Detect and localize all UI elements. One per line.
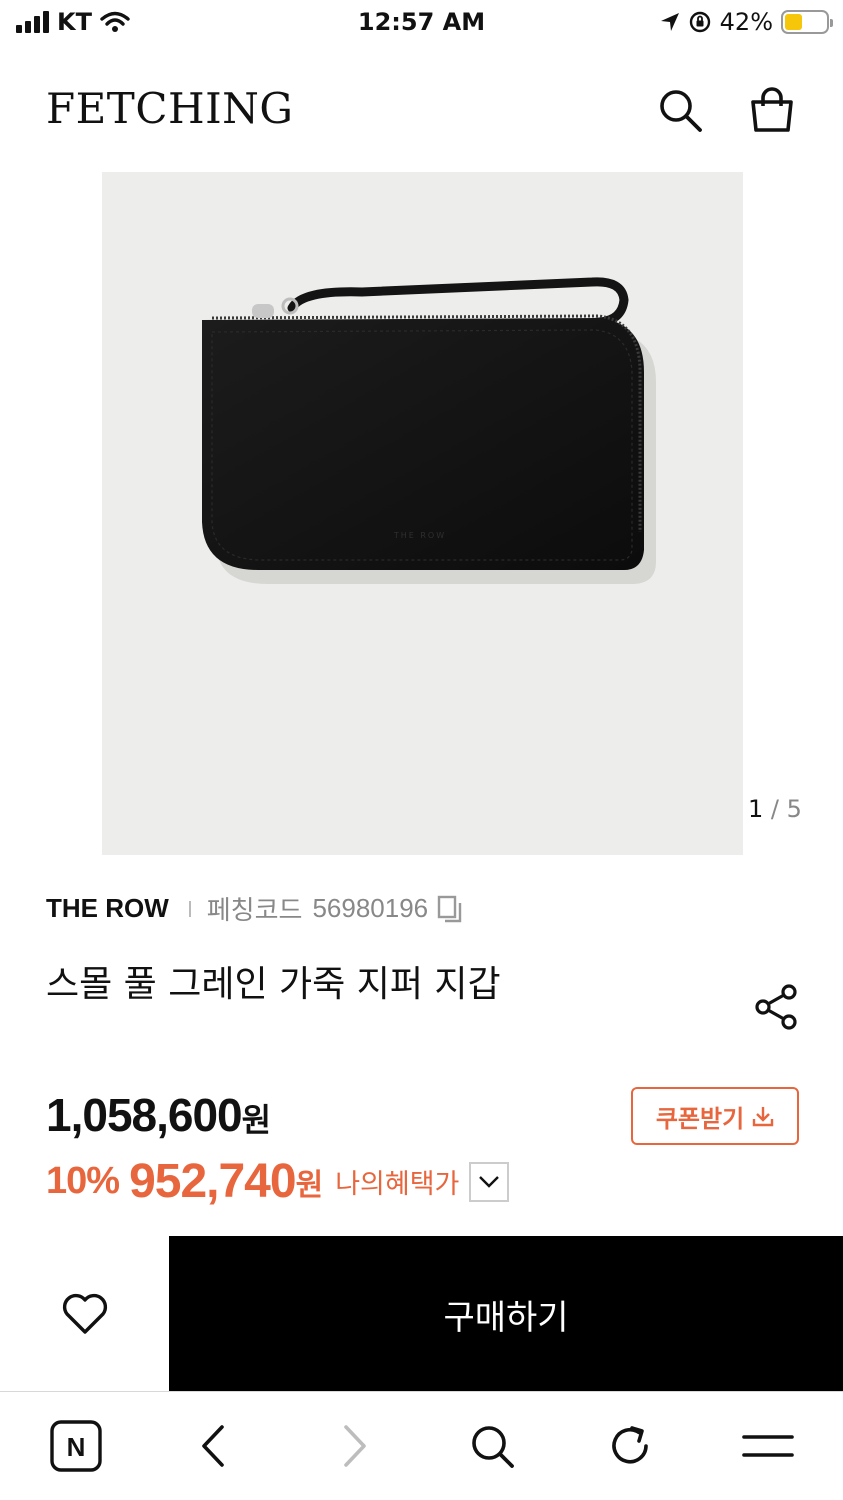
fetching-logo[interactable]: FETCHING [46,84,293,133]
app-header: FETCHING [0,70,843,150]
heart-icon [62,1293,107,1334]
gallery-current: 1 [748,795,764,823]
status-bar: KT 12:57 AM 42% [0,0,843,50]
product-code-value: 56980196 [312,893,429,923]
brand-row: THE ROW 페칭코드 56980196 [46,890,464,927]
chevron-right-icon [344,1425,366,1467]
my-benefit-label: 나의혜택가 [335,1169,460,1200]
gallery-separator: / [763,795,787,823]
discount-row: 10% 952,740 원 나의혜택가 [46,1154,510,1209]
search-icon [660,90,702,132]
gallery-counter: 1 / 5 [748,795,802,823]
shopping-bag-icon [751,87,793,132]
copy-icon [437,895,462,922]
share-button[interactable] [752,982,802,1032]
product-code-label: 페칭코드 [206,895,303,925]
hamburger-menu-icon [742,1435,794,1457]
back-button[interactable] [184,1416,244,1476]
orientation-lock-icon [689,11,710,33]
home-glyph: N [67,1432,86,1462]
original-price: 1,058,600원 [46,1088,271,1142]
product-title: 스몰 풀 그레인 가죽 지퍼 지갑 [46,964,501,1005]
cart-button[interactable] [744,82,800,138]
battery-percent: 42% [719,8,773,36]
search-icon [472,1426,514,1468]
divider [188,900,191,917]
toolbar-search-button[interactable] [462,1416,522,1476]
coupon-button[interactable]: 쿠폰받기 [631,1087,799,1145]
coupon-label: 쿠폰받기 [655,1104,745,1133]
status-right: 42% [660,8,833,36]
chevron-down-icon [479,1175,500,1188]
reload-icon [612,1426,648,1464]
copy-code-button[interactable] [436,894,464,924]
share-icon [755,984,797,1030]
menu-button[interactable] [738,1416,798,1476]
discount-price-unit: 원 [295,1167,324,1203]
discount-percent: 10% [46,1160,120,1202]
discount-price: 952,740 [129,1155,297,1208]
product-image[interactable]: THE ROW [102,172,743,855]
naver-home-icon: N [50,1420,102,1472]
download-icon [752,1107,774,1127]
search-button[interactable] [652,82,708,138]
original-price-value: 1,058,600 [46,1089,243,1141]
wishlist-button[interactable] [0,1236,169,1392]
gallery-total: 5 [786,795,802,823]
benefit-toggle-button[interactable] [469,1161,510,1202]
browser-toolbar: N [0,1392,843,1500]
buy-button[interactable]: 구매하기 [169,1236,843,1392]
original-price-unit: 원 [241,1102,271,1138]
wallet-photo: THE ROW [202,277,656,584]
location-arrow-icon [660,13,679,31]
forward-button[interactable] [324,1416,384,1476]
brand-link[interactable]: THE ROW [46,893,169,924]
battery-icon [781,10,833,34]
chevron-left-icon [202,1425,224,1467]
wallet-imprint: THE ROW [393,531,446,540]
home-button[interactable]: N [46,1416,106,1476]
reload-button[interactable] [600,1416,660,1476]
